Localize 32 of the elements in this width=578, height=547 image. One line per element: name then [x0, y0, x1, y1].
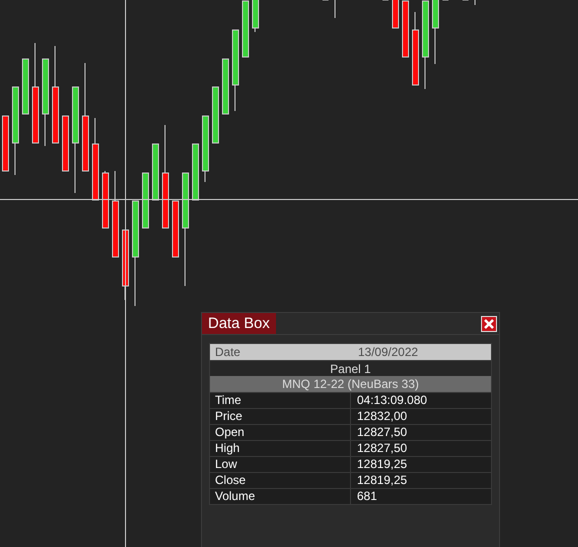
field-value: 12827,50 [356, 441, 408, 456]
rising-candle [222, 58, 229, 114]
field-value: 12832,00 [356, 409, 408, 424]
falling-candle [102, 170, 109, 228]
instrument-header: MNQ 12-22 (NeuBars 33) [210, 376, 491, 392]
rising-candle [192, 144, 199, 200]
falling-candle [62, 116, 69, 172]
close-icon[interactable] [481, 316, 497, 332]
falling-candle [2, 116, 9, 172]
field-value: 12819,25 [356, 473, 408, 488]
panel-header: Panel 1 [210, 360, 491, 376]
field-value: 681 [356, 489, 378, 504]
falling-candle [402, 0, 409, 58]
rising-candle [202, 116, 209, 182]
rising-candle [142, 172, 149, 228]
panel-title-tab[interactable]: Data Box [202, 313, 276, 334]
rising-candle [252, 0, 259, 32]
candle-wick [474, 0, 476, 6]
falling-candle [392, 0, 399, 28]
falling-candle [172, 200, 179, 258]
field-value: 12819,25 [356, 457, 408, 472]
rising-candle [22, 58, 29, 114]
date-value: 13/09/2022 [357, 344, 420, 360]
candle-wick [334, 0, 336, 18]
field-value: 12827,50 [356, 425, 408, 440]
rising-candle [242, 0, 249, 58]
field-value: 04:13:09.080 [356, 393, 428, 408]
date-label: Date [214, 344, 242, 360]
rising-candle [212, 86, 219, 144]
rising-candle [432, 0, 439, 64]
rising-candle [152, 144, 159, 200]
field-label: Volume [210, 489, 351, 504]
